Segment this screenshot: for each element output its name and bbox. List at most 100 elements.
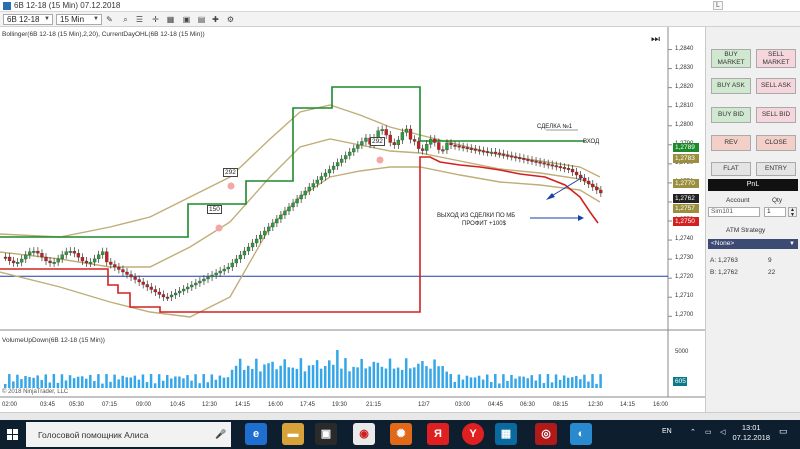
volume-bar [80,376,84,388]
buy-ask-button[interactable]: BUY ASK [711,78,751,94]
ninjatrader-icon[interactable]: ◎ [535,423,557,445]
volume-bar [429,368,432,388]
candle-body [24,254,28,260]
candle-body [76,253,81,258]
properties-icon[interactable]: ☰ [135,15,144,24]
volume-bar [587,381,590,388]
clock-time: 13:01 [741,423,761,432]
volume-bar [490,381,493,388]
store-icon[interactable]: ▣ [315,423,337,445]
system-clock[interactable]: 13:01 07.12.2018 [732,423,770,443]
exit-arrowhead [578,215,584,221]
buy-market-button[interactable]: BUY MARKET [711,49,751,68]
indicators-icon[interactable]: ✚ [211,15,220,24]
volume-bar [404,358,408,388]
swing-label-3: 292 [370,137,385,146]
volume-bar [445,371,448,388]
interval-select[interactable]: 15 Min ▼ [56,14,102,25]
candle-body [226,266,230,270]
chart-area[interactable]: Bollinger(6B 12-18 (15 Min),2,20), Curre… [0,27,705,412]
volume-bar [255,358,258,388]
tray-arrow-icon[interactable]: ⌃ [690,428,696,436]
candle-body [258,234,263,240]
windows-start-button[interactable] [0,420,26,449]
candle-body [514,156,518,159]
scroll-end-icon[interactable]: ⏭ [651,34,663,46]
volume-bar [28,377,31,388]
qty-stepper[interactable]: ▲ ▼ [788,207,797,218]
time-tick: 16:00 [268,402,284,408]
chrome-icon[interactable]: ◉ [353,423,375,445]
microphone-icon[interactable]: 🎤 [215,429,226,440]
data-box-icon[interactable]: ▦ [166,15,175,24]
candle-body [485,151,490,154]
sell-ask-button[interactable]: SELL ASK [756,78,796,94]
volume-icon[interactable]: ◁ [720,428,725,436]
volume-bar [60,374,64,388]
buy-bid-button[interactable]: BUY BID [711,107,751,123]
draw-tool-icon[interactable]: ✎ [105,15,114,24]
candle-body [449,142,453,146]
close-position-button[interactable]: CLOSE [756,135,796,151]
volume-bar [514,378,517,388]
reverse-button[interactable]: REV [711,135,751,151]
candle-body [522,158,526,160]
volume-bar [538,374,542,388]
flat-button[interactable]: FLAT [711,162,751,176]
volume-bar [319,368,323,388]
candle-body [396,139,401,146]
candle-body [52,261,56,264]
volume-bar [344,358,347,388]
strategies-icon[interactable]: ⚙ [226,15,235,24]
water-app-icon[interactable]: ◐ [570,423,592,445]
time-tick: 12/7 [418,402,430,408]
chart-trader-icon[interactable]: ▣ [182,15,191,24]
candle-body [461,146,465,149]
crosshair-icon[interactable]: ✛ [151,15,160,24]
candle-body [15,262,20,264]
templates-icon[interactable]: ▤ [197,15,206,24]
volume-bar [579,379,582,388]
network-icon[interactable]: ▭ [705,428,712,436]
window-title: 6B 12-18 (15 Min) 07.12.2018 [14,1,121,10]
candle-body [97,254,101,259]
atm-strategy-select[interactable]: <None> ▼ [708,239,798,249]
swing-marker-2 [215,224,223,232]
app-orange-icon[interactable]: ✺ [390,423,412,445]
close-window-icon[interactable]: L [713,1,723,10]
search-box[interactable]: Голосовой помощник Алиса 🎤 [26,422,231,447]
candle-body [583,177,587,182]
volume-bar [251,368,254,388]
folder-icon[interactable]: ▬ [282,423,304,445]
price-tick: 1,2720 [675,274,694,281]
edge-icon[interactable]: e [245,423,267,445]
yandex-browser-icon[interactable]: Y [462,423,484,445]
volume-bar [340,368,343,388]
qty-input[interactable]: 1 [764,207,786,217]
volume-bar [352,366,355,388]
sell-bid-button[interactable]: SELL BID [756,107,796,123]
account-select[interactable]: Sim101 [708,207,760,217]
language-indicator[interactable]: EN [662,428,672,435]
yandex-icon[interactable]: Я [427,423,449,445]
volume-bar [202,374,205,388]
volume-bar [583,374,586,388]
instrument-select[interactable]: 6B 12-18 ▼ [3,14,53,25]
swing-marker-1 [227,182,235,190]
account-label: Account [726,197,750,204]
volume-bar [174,376,177,388]
candle-body [165,296,170,299]
entry-button[interactable]: ENTRY [756,162,796,176]
sell-market-button[interactable]: SELL MARKET [756,49,796,68]
candle-body [587,180,591,185]
volume-bar [396,367,400,388]
candle-body [364,137,368,142]
volume-bar [109,381,112,388]
notifications-icon[interactable]: ▭ [779,426,788,437]
volume-bar [287,367,290,388]
chart-app-icon[interactable]: ▦ [495,423,517,445]
title-bar: 6B 12-18 (15 Min) 07.12.2018 L [0,0,800,12]
time-tick: 16:00 [653,402,669,408]
zoom-icon[interactable]: ⌕ [121,15,130,24]
price-chart[interactable] [0,27,705,412]
